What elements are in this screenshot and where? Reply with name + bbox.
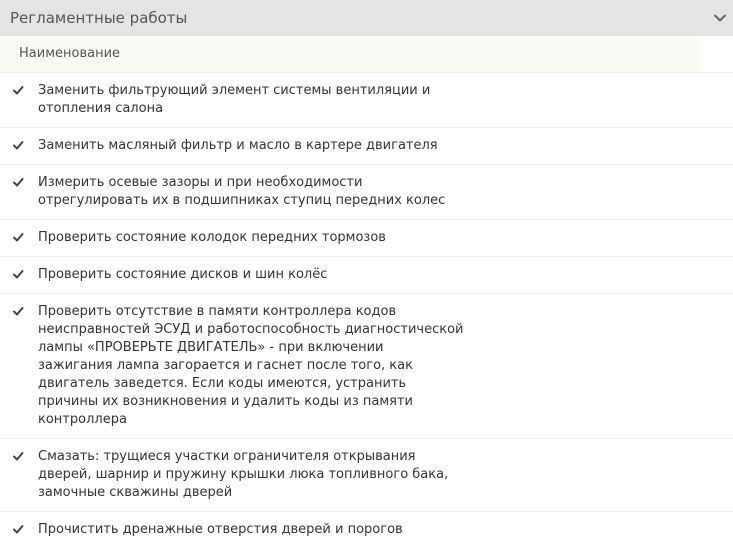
list-item-line: зажигания лампа загорается и гаснет посл… bbox=[38, 358, 413, 373]
list-item-text: Смазать: трущиеся участки ограничителя о… bbox=[38, 448, 468, 502]
check-icon bbox=[13, 270, 24, 279]
list-item-line: отопления салона bbox=[38, 101, 164, 116]
check-icon bbox=[13, 141, 24, 150]
list-item-line: Проверить состояние колодок передних тор… bbox=[38, 230, 386, 245]
accordion-header[interactable]: Регламентные работы bbox=[0, 0, 733, 36]
check-icon bbox=[13, 233, 24, 242]
list-item-text: Заменить масляный фильтр и масло в карте… bbox=[38, 137, 468, 155]
list-item-line: Смазать: трущиеся участки ограничителя о… bbox=[38, 449, 416, 464]
list-item-line: дверей, шарнир и пружину крышки люка топ… bbox=[38, 467, 449, 482]
check-icon bbox=[13, 452, 24, 461]
check-icon bbox=[13, 178, 24, 187]
list-item-line: Измерить осевые зазоры и при необходимос… bbox=[38, 175, 363, 190]
list-item: Заменить масляный фильтр и масло в карте… bbox=[0, 127, 733, 164]
list-item-line: контроллера bbox=[38, 412, 127, 427]
check-icon bbox=[13, 307, 24, 316]
list-item: Смазать: трущиеся участки ограничителя о… bbox=[0, 438, 733, 511]
list-item-text: Проверить отсутствие в памяти контроллер… bbox=[38, 303, 468, 429]
list-item: Проверить состояние дисков и шин колёс bbox=[0, 256, 733, 293]
column-header: Наименование bbox=[0, 36, 700, 72]
maintenance-list: Заменить фильтрующий элемент системы вен… bbox=[0, 72, 733, 548]
list-item-line: неисправностей ЭСУД и работоспособность … bbox=[38, 322, 464, 337]
list-item: Заменить фильтрующий элемент системы вен… bbox=[0, 72, 733, 127]
check-icon bbox=[13, 525, 24, 534]
list-item-line: Проверить отсутствие в памяти контроллер… bbox=[38, 304, 397, 319]
list-item-line: причины их возникновения и удалить коды … bbox=[38, 394, 413, 409]
list-item: Проверить отсутствие в памяти контроллер… bbox=[0, 293, 733, 438]
chevron-down-icon[interactable] bbox=[713, 11, 727, 25]
list-item-text: Прочистить дренажные отверстия дверей и … bbox=[38, 521, 468, 539]
list-item: Прочистить дренажные отверстия дверей и … bbox=[0, 511, 733, 548]
list-item: Проверить состояние колодок передних тор… bbox=[0, 219, 733, 256]
list-item-line: лампы «ПРОВЕРЬТЕ ДВИГАТЕЛЬ» - при включе… bbox=[38, 340, 384, 355]
list-item-line: отрегулировать их в подшипниках ступиц п… bbox=[38, 193, 446, 208]
list-item-text: Измерить осевые зазоры и при необходимос… bbox=[38, 174, 468, 210]
check-icon bbox=[13, 86, 24, 95]
column-header-label: Наименование bbox=[19, 46, 121, 61]
list-item-line: двигатель заведется. Если коды имеются, … bbox=[38, 376, 407, 391]
list-item-line: замочные скважины дверей bbox=[38, 485, 233, 500]
list-item: Измерить осевые зазоры и при необходимос… bbox=[0, 164, 733, 219]
list-item-text: Заменить фильтрующий элемент системы вен… bbox=[38, 82, 468, 118]
list-item-line: Заменить масляный фильтр и масло в карте… bbox=[38, 138, 438, 153]
section-title: Регламентные работы bbox=[10, 9, 188, 27]
list-item-text: Проверить состояние колодок передних тор… bbox=[38, 229, 468, 247]
list-item-line: Проверить состояние дисков и шин колёс bbox=[38, 267, 328, 282]
list-item-line: Прочистить дренажные отверстия дверей и … bbox=[38, 522, 403, 537]
list-item-text: Проверить состояние дисков и шин колёс bbox=[38, 266, 468, 284]
list-item-line: Заменить фильтрующий элемент системы вен… bbox=[38, 83, 431, 98]
